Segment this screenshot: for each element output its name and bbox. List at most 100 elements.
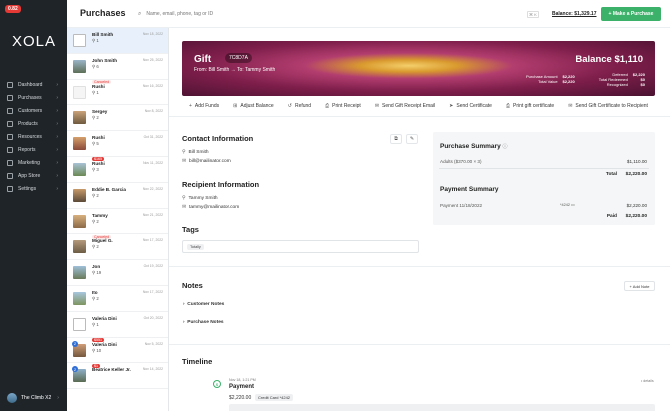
purchase-list-item[interactable]: 2 Valeria Dini ⚲ 10 $1 Nov 5, 2022 — [67, 338, 168, 368]
recipient-name: ⚲ Tammy Smith — [182, 196, 218, 201]
guest-count: ⚲ 19 — [92, 270, 168, 276]
purchase-list-item[interactable]: Sergey ⚲ 2 Nov 8, 2022 — [67, 105, 168, 132]
account-switcher[interactable]: The Climb X2 › — [0, 385, 67, 411]
purchase-list-item[interactable]: Rushi ⚲ 3 Nov 11, 2022 — [67, 157, 168, 183]
chevron-right-icon: › — [56, 133, 58, 140]
gift-code[interactable]: 7C8D7A — [225, 53, 252, 63]
copy-button[interactable]: ⧉ — [390, 134, 402, 144]
purchase-date: Nov 11, 2022 — [143, 160, 163, 165]
purchase-date: Oct 31, 2022 — [143, 135, 163, 140]
sidebar-item-products[interactable]: Products › — [0, 117, 67, 130]
purchase-date: Nov 18, 2022 — [142, 32, 163, 36]
paid-label: Paid — [606, 214, 617, 219]
purchase-list-item[interactable]: Miguel G. ⚲ 2 Nov 17, 2022 — [67, 234, 168, 261]
payment-label: Payment 11/18/2022 — [440, 203, 483, 208]
purchase-list-item[interactable]: Jon ⚲ 19 Oct 19, 2022 — [67, 260, 168, 286]
gift-from: From: Bill Smith — [194, 67, 230, 73]
version-badge[interactable]: 0.82 — [5, 5, 21, 13]
resources-icon — [7, 133, 13, 140]
guest-count-value: 6 — [96, 63, 99, 69]
settings-icon — [7, 185, 13, 192]
credit-card-icon: ▭ — [571, 203, 575, 207]
timeline-event: Payment — [229, 384, 255, 390]
sidebar-item-marketing[interactable]: Marketing › — [0, 156, 67, 169]
guest-count: ⚲ 2 — [92, 115, 168, 121]
guest-count: ⚲ 1 — [92, 38, 168, 44]
print-gift-certificate-button[interactable]: ⎙ Print gift certificate — [506, 103, 554, 109]
guest-count: ⚲ 2 — [92, 296, 168, 302]
summary-line-label: Adults ($370.00 × 3) — [440, 159, 482, 164]
sidebar-item-label: Reports — [18, 146, 36, 153]
print-receipt-button[interactable]: ⎙ Print Receipt — [325, 103, 361, 109]
account-name: The Climb X2 — [21, 395, 52, 401]
gift-stats-right: Deferred $2,220 Total Redeemed $0 Recogn… — [599, 72, 645, 87]
divider — [169, 266, 670, 267]
edit-button[interactable]: ✎ — [406, 134, 418, 144]
send-certificate-to-recipient-button[interactable]: ✉ Send Gift Certificate to Recipient — [568, 103, 648, 109]
sidebar-item-customers[interactable]: Customers › — [0, 104, 67, 117]
product-thumbnail — [73, 162, 86, 176]
purchase-list-item[interactable]: Ito ⚲ 2 Nov 17, 2022 — [67, 286, 168, 312]
search-bar[interactable]: ⌕ — [138, 9, 538, 19]
purchase-list-item[interactable]: Rushi ⚲ 1 Nov 16, 2022 — [67, 80, 168, 106]
purchase-date: Nov 14, 2022 — [142, 367, 163, 372]
person-icon: ⚲ — [182, 150, 186, 155]
refund-button[interactable]: ↺ Refund — [288, 103, 311, 109]
gift-banner: Gift 7C8D7A From: Bill Smith → To: Tammy… — [182, 41, 655, 96]
add-note-button[interactable]: + Add Note — [624, 281, 655, 291]
guest-count-value: 2 — [96, 295, 99, 301]
adjust-balance-button[interactable]: ⊞ Adjust Balance — [233, 103, 274, 109]
sidebar-item-dashboard[interactable]: Dashboard › — [0, 78, 67, 91]
contact-email[interactable]: ✉ bill@mailinator.com — [182, 159, 231, 164]
sidebar-item-label: Products — [18, 120, 38, 127]
gift-title: Gift — [194, 54, 212, 65]
guest-count-value: 2 — [96, 218, 99, 224]
send-certificate-button[interactable]: ➤ Send Certificate — [449, 103, 492, 109]
purchase-date: Nov 25, 2022 — [142, 57, 163, 62]
purchase-list-item[interactable]: Valeria Dini ⚲ 1 $551 Oct 20, 2022 — [67, 312, 168, 342]
xola-logo[interactable]: XOLA — [12, 33, 56, 50]
tags-title: Tags — [182, 225, 199, 234]
guest-count: ⚲ 2 — [92, 244, 168, 250]
sidebar-item-settings[interactable]: Settings › — [0, 182, 67, 195]
purchase-list-item[interactable]: Eddie B. Garcia ⚲ 2 Nov 22, 2022 — [67, 183, 168, 209]
mail-icon: ✉ — [182, 205, 187, 210]
sidebar-item-label: Resources — [18, 133, 42, 140]
purchase-list-item[interactable]: Tammy ⚲ 2 Canceled Nov 21, 2022 — [67, 209, 168, 239]
balance-link[interactable]: Balance: $1,329.17 — [552, 11, 596, 17]
sidebar-item-purchases[interactable]: Purchases › — [0, 91, 67, 104]
chevron-right-icon: › — [183, 320, 185, 325]
product-thumbnail — [73, 291, 86, 305]
purchase-list-item[interactable]: Bill Smith ⚲ 1 Nov 18, 2022 — [67, 28, 168, 54]
sidebar-item-app-store[interactable]: App Store › — [0, 169, 67, 182]
guest-count-value: 5 — [96, 141, 99, 147]
search-input[interactable] — [146, 11, 507, 17]
action-label: Print gift certificate — [513, 103, 555, 109]
info-icon[interactable]: ⓘ — [503, 144, 508, 150]
gift-stats-left: Purchase Amount $2,220 Total Value $2,22… — [526, 74, 575, 84]
send-gift-receipt-email-button[interactable]: ✉ Send Gift Receipt Email — [375, 103, 435, 109]
purchase-list-item[interactable]: 2 Beatrice Keller Jr. Nov 14, 2022 — [67, 363, 168, 390]
purchase-notes-toggle[interactable]: › Purchase Notes — [183, 320, 224, 325]
sidebar-item-resources[interactable]: Resources › — [0, 130, 67, 143]
make-purchase-button[interactable]: + Make a Purchase — [601, 7, 661, 21]
top-header: Purchases ⌕ ⌘ K Balance: $1,329.17 + Mak… — [67, 0, 670, 28]
divider — [439, 168, 649, 169]
shortcut-hint: ⌘ K — [527, 11, 539, 18]
edit-icon: ✎ — [409, 136, 415, 142]
tag-chip[interactable]: Totally — [187, 244, 204, 250]
purchase-date: Nov 16, 2022 — [142, 83, 163, 88]
purchase-list-item[interactable]: Rushi ⚲ 5 $165 Oct 31, 2022 — [67, 131, 168, 162]
add-funds-button[interactable]: + Add Funds — [189, 103, 219, 109]
customer-notes-toggle[interactable]: › Customer Notes — [183, 302, 224, 307]
chevron-right-icon: › — [56, 94, 58, 101]
tags-input[interactable]: Totally — [182, 240, 419, 253]
recipient-email[interactable]: ✉ tammy@mailinator.com — [182, 205, 239, 210]
chevron-right-icon: › — [57, 395, 59, 401]
timeline-details-link[interactable]: • details — [641, 379, 654, 383]
purchase-list-item[interactable]: John Smith ⚲ 6 Canceled Nov 25, 2022 — [67, 54, 168, 84]
guest-count: ⚲ 6 — [92, 64, 168, 70]
paid-value: $2,220.00 — [625, 214, 647, 219]
sidebar-item-reports[interactable]: Reports › — [0, 143, 67, 156]
count-badge: 2 — [72, 340, 78, 347]
